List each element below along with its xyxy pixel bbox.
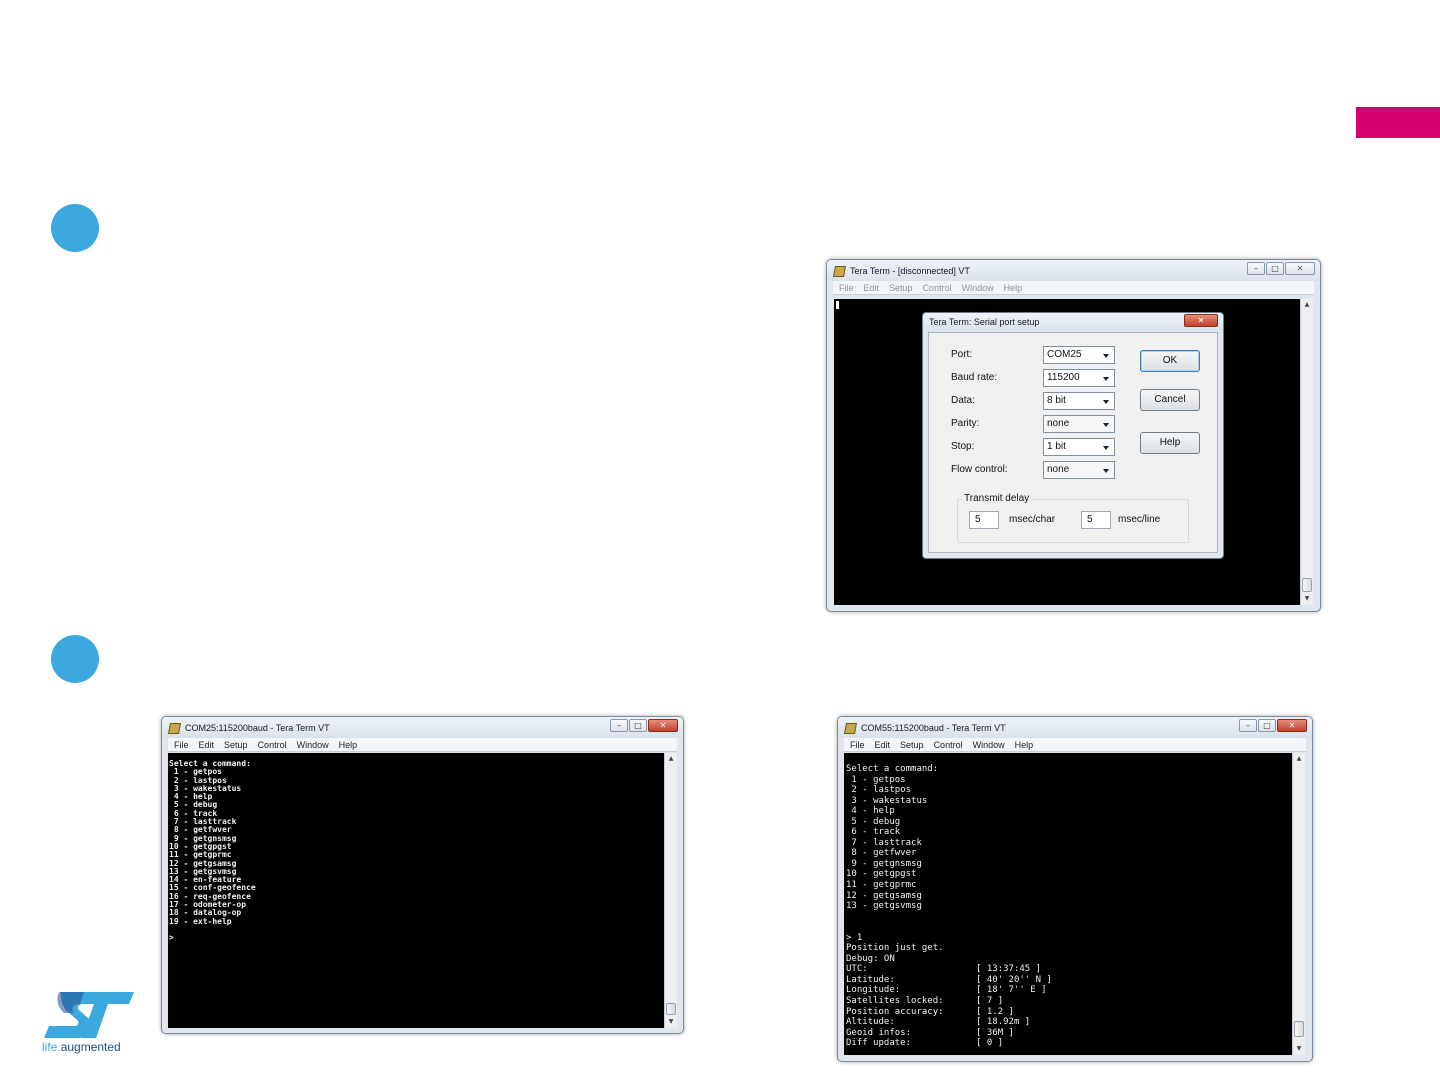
window-titlebar[interactable]: COM55:115200baud - Tera Term VT – □ ✕ [838,717,1312,738]
maximize-icon[interactable]: □ [629,719,647,732]
close-icon[interactable]: ✕ [648,719,678,732]
cancel-button[interactable]: Cancel [1140,389,1200,411]
baud-rate-select[interactable]: 115200 [1043,369,1115,387]
vertical-scrollbar[interactable]: ▲ ▼ [664,753,677,1028]
step-bullet-2 [51,635,99,683]
menu-control[interactable]: Control [258,740,287,750]
scroll-up-icon[interactable]: ▲ [1293,753,1305,765]
parity-label: Parity: [951,418,980,429]
menu-window[interactable]: Window [973,740,1005,750]
msec-char-unit: msec/char [1009,514,1056,525]
scroll-up-icon[interactable]: ▲ [665,753,677,765]
menu-help[interactable]: Help [339,740,358,750]
menu-window[interactable]: Window [297,740,329,750]
dialog-title: Tera Term: Serial port setup [929,317,1040,327]
maximize-icon[interactable]: □ [1266,262,1284,275]
brand-tagline: life.augmented [42,1040,121,1054]
terminal-cursor [836,301,839,309]
serial-port-setup-dialog: Tera Term: Serial port setup ✕ Port: COM… [922,312,1224,559]
teraterm-icon [168,722,179,733]
stop-label: Stop: [951,441,975,452]
step-bullet-1 [51,204,99,252]
scroll-thumb[interactable] [1302,578,1312,592]
menu-bar: File Edit Setup Control Window Help [168,738,677,752]
close-icon[interactable]: ✕ [1285,262,1315,275]
dialog-close-icon[interactable]: ✕ [1184,314,1218,327]
section-tab-marker [1356,107,1440,138]
scroll-up-icon[interactable]: ▲ [1301,299,1313,311]
window-titlebar[interactable]: Tera Term - [disconnected] VT – □ ✕ [827,260,1320,281]
menu-control[interactable]: Control [923,283,952,293]
menu-setup[interactable]: Setup [889,283,913,293]
menu-help[interactable]: Help [1015,740,1034,750]
minimize-icon[interactable]: – [610,719,628,732]
minimize-icon[interactable]: – [1239,719,1257,732]
tagline-suffix: augmented [60,1040,121,1054]
menu-setup[interactable]: Setup [224,740,248,750]
maximize-icon[interactable]: □ [1258,719,1276,732]
flow-control-label: Flow control: [951,464,1008,475]
parity-select[interactable]: none [1043,415,1115,433]
menu-control[interactable]: Control [934,740,963,750]
port-label: Port: [951,349,973,360]
flow-control-select[interactable]: none [1043,461,1115,479]
terminal-text: Select a command: 1 - getpos 2 - lastpos… [846,764,1052,1049]
data-label: Data: [951,395,975,406]
teraterm-window-com55: COM55:115200baud - Tera Term VT – □ ✕ Fi… [837,716,1313,1062]
menu-edit[interactable]: Edit [875,740,891,750]
menu-help[interactable]: Help [1004,283,1023,293]
menu-edit[interactable]: Edit [199,740,215,750]
window-title: COM55:115200baud - Tera Term VT [861,722,1006,733]
menu-setup[interactable]: Setup [900,740,924,750]
menu-file[interactable]: File [850,740,865,750]
msec-line-input[interactable]: 5 [1081,511,1111,529]
window-title: Tera Term - [disconnected] VT [850,265,970,276]
teraterm-icon [833,265,844,276]
vertical-scrollbar[interactable]: ▲ ▼ [1292,753,1305,1055]
baud-rate-label: Baud rate: [951,372,998,383]
ok-button[interactable]: OK [1140,350,1200,372]
terminal-output[interactable]: Select a command: 1 - getpos 2 - lastpos… [844,753,1292,1055]
menu-window[interactable]: Window [962,283,994,293]
teraterm-window-com25: COM25:115200baud - Tera Term VT – □ ✕ Fi… [161,716,684,1034]
msec-line-unit: msec/line [1118,514,1161,525]
port-select[interactable]: COM25 [1043,346,1115,364]
window-title: COM25:115200baud - Tera Term VT [185,722,330,733]
window-titlebar[interactable]: COM25:115200baud - Tera Term VT – □ ✕ [162,717,683,738]
minimize-icon[interactable]: – [1247,262,1265,275]
tagline-prefix: life. [42,1040,61,1054]
scroll-thumb[interactable] [666,1003,676,1015]
dialog-titlebar[interactable]: Tera Term: Serial port setup ✕ [923,313,1223,331]
help-button[interactable]: Help [1140,432,1200,454]
vertical-scrollbar[interactable]: ▲ ▼ [1300,299,1313,605]
close-icon[interactable]: ✕ [1277,719,1307,732]
menu-file[interactable]: File [174,740,189,750]
terminal-text: Select a command: 1 - getpos 2 - lastpos… [169,759,256,943]
terminal-output[interactable]: Select a command: 1 - getpos 2 - lastpos… [168,753,664,1028]
scroll-thumb[interactable] [1294,1021,1304,1037]
dialog-body: Port: COM25 Baud rate: 115200 Data: 8 bi… [928,332,1218,553]
transmit-delay-label: Transmit delay [962,493,1032,504]
scroll-down-icon[interactable]: ▼ [1301,593,1313,605]
menu-edit[interactable]: Edit [864,283,880,293]
menu-bar: File Edit Setup Control Window Help [844,738,1306,752]
scroll-down-icon[interactable]: ▼ [665,1016,677,1028]
menu-file[interactable]: File [839,283,854,293]
data-select[interactable]: 8 bit [1043,392,1115,410]
msec-char-input[interactable]: 5 [969,511,999,529]
menu-bar: File Edit Setup Control Window Help [833,281,1314,295]
stop-select[interactable]: 1 bit [1043,438,1115,456]
scroll-down-icon[interactable]: ▼ [1293,1043,1305,1055]
teraterm-icon [844,722,855,733]
